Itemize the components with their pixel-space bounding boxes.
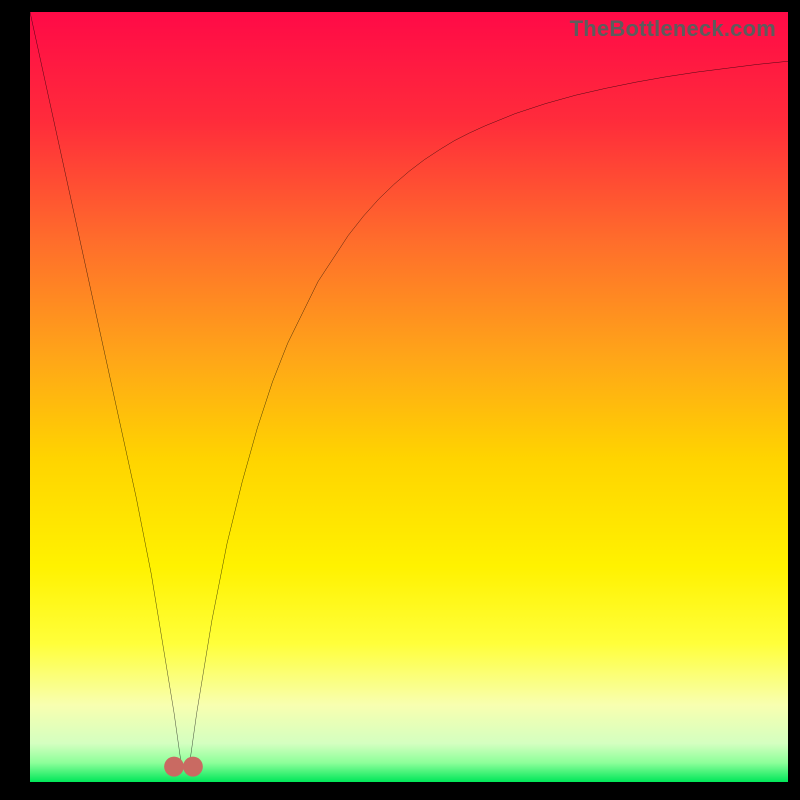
watermark-text: TheBottleneck.com	[570, 16, 776, 42]
bottleneck-curve	[30, 12, 788, 767]
curve-marker	[164, 757, 184, 777]
plot-area: TheBottleneck.com	[30, 12, 788, 782]
curve-markers	[164, 757, 203, 777]
outer-frame: TheBottleneck.com	[0, 0, 800, 800]
curve-marker	[183, 757, 203, 777]
curve-layer	[30, 12, 788, 782]
